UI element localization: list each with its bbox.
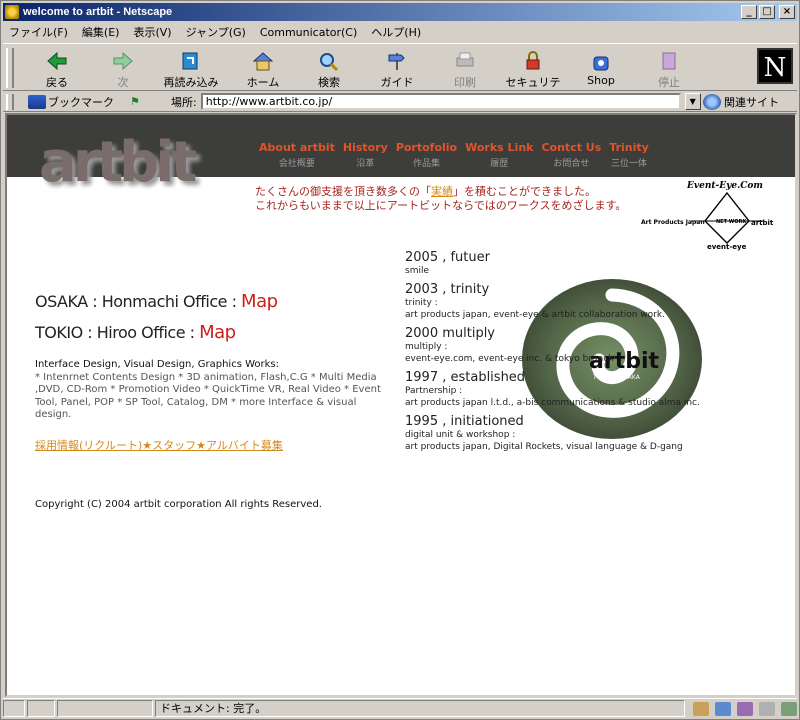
menu-help[interactable]: ヘルプ(H) (371, 24, 421, 40)
status-bar: ドキュメント: 完了。 (3, 698, 797, 718)
locbar-grip[interactable] (6, 93, 14, 110)
achievements-link[interactable]: 実績 (431, 185, 453, 198)
nav-contact[interactable]: Contct Us お問合せ (539, 141, 603, 169)
reload-icon (182, 52, 198, 70)
related-sites-label: 関連サイト (724, 96, 779, 109)
history-item: 2000 multiply multiply : event-eye.com, ev… (405, 326, 614, 364)
office-list: OSAKA : Honmachi Office : Map TOKIO : Hi… (35, 291, 278, 353)
url-input[interactable]: http://www.artbit.co.jp/ (200, 93, 681, 110)
location-bar: ブックマーク ⚑ 場所: http://www.artbit.co.jp/ ▼ … (3, 92, 797, 112)
history-item: 2003 , trinity trinity : art products japa… (405, 282, 665, 320)
security-button[interactable]: セキュリティ (503, 48, 563, 105)
office-tokio: TOKIO : Hiroo Office : Map (35, 322, 236, 343)
addressbook-icon[interactable] (759, 701, 775, 716)
page-content: artbit About artbit 会社概要 History 沿革 Portof… (5, 113, 797, 697)
bookmarks-button[interactable]: ブックマーク ⚑ (28, 94, 140, 110)
nav-history[interactable]: History 沿革 (341, 141, 390, 169)
svg-text:NET WORK: NET WORK (716, 219, 747, 225)
menu-go[interactable]: ジャンプ(G) (186, 24, 246, 40)
partner-network-logo[interactable]: NET WORK Event-Eye.Com Art Products Japa… (637, 181, 777, 251)
tokio-map-link[interactable]: Map (199, 322, 236, 343)
history-item: 1997 , established Partnership : art produ… (405, 370, 700, 408)
menu-file[interactable]: ファイル(F) (9, 24, 68, 40)
home-icon (252, 52, 274, 71)
welcome-message: たくさんの御支援を頂き数多くの「実績」を積むことができました。 これからもいまま… (255, 185, 627, 212)
back-arrow-icon (47, 51, 67, 71)
forward-button[interactable]: 次 (93, 48, 153, 90)
nav-portfolio[interactable]: Portofolio 作品集 (394, 141, 459, 169)
minimize-button[interactable]: _ (741, 5, 757, 19)
connection-icon (27, 700, 55, 717)
navigation-toolbar: 戻る 次 再読み込み ホーム 検索 ガイド 印刷 セキュリティ (3, 43, 797, 105)
printer-icon (456, 52, 474, 67)
composer-icon[interactable] (781, 701, 797, 716)
works-description: Interface Design, Visual Design, Graphic… (35, 359, 381, 421)
menu-communicator[interactable]: Communicator(C) (260, 26, 357, 39)
home-button[interactable]: ホーム (233, 48, 293, 90)
site-nav: About artbit 会社概要 History 沿革 Portofolio 作品集… (257, 141, 651, 169)
copyright-text: Copyright (C) 2004 artbit corporation Al… (35, 499, 322, 510)
network-diamond-graphic: NET WORK (691, 191, 763, 244)
maximize-button[interactable]: □ (759, 5, 775, 19)
osaka-map-link[interactable]: Map (241, 291, 278, 312)
menu-view[interactable]: 表示(V) (133, 24, 171, 40)
bookmark-icon (28, 94, 46, 109)
shop-bag-icon (593, 56, 609, 71)
stop-icon (662, 52, 676, 70)
shop-button[interactable]: Shop (571, 48, 631, 90)
title-bar: welcome to artbit - Netscape _ □ × (3, 3, 797, 21)
print-button[interactable]: 印刷 (435, 48, 495, 90)
nav-trinity[interactable]: Trinity 三位一体 (607, 141, 651, 169)
office-osaka: OSAKA : Honmachi Office : Map (35, 291, 278, 312)
recruit-link[interactable]: 採用情報(リクルート)★スタッフ★アルバイト募集 (35, 437, 283, 453)
menu-bar: ファイル(F) 編集(E) 表示(V) ジャンプ(G) Communicator… (3, 22, 797, 42)
guide-signpost-icon (388, 53, 405, 70)
close-button[interactable]: × (779, 5, 795, 19)
window-title: welcome to artbit - Netscape (23, 6, 173, 18)
stop-button[interactable]: 停止 (639, 48, 699, 90)
search-icon (320, 53, 339, 72)
toolbar-grip[interactable] (6, 48, 14, 88)
browser-window: welcome to artbit - Netscape _ □ × ファイル(… (0, 0, 800, 720)
nav-about[interactable]: About artbit 会社概要 (257, 141, 337, 169)
site-header-banner: artbit About artbit 会社概要 History 沿革 Portof… (7, 115, 795, 195)
netscape-app-icon (5, 5, 19, 19)
guide-button[interactable]: ガイド (367, 48, 427, 90)
bookmarks-label: ブックマーク (48, 95, 114, 109)
reload-button[interactable]: 再読み込み (161, 48, 221, 90)
page-proxy-icon[interactable]: ⚑ (130, 95, 140, 108)
related-sites-button[interactable]: 関連サイト (703, 94, 779, 110)
search-button[interactable]: 検索 (299, 48, 359, 90)
netscape-n-logo[interactable]: N (757, 48, 793, 84)
menu-edit[interactable]: 編集(E) (82, 24, 120, 40)
location-label: 場所: (171, 95, 197, 109)
navigator-icon[interactable] (693, 701, 709, 716)
nav-works-link[interactable]: Works Link 履歴 (463, 141, 535, 169)
status-text: ドキュメント: 完了。 (155, 700, 685, 717)
history-item: 1995 , initiationed digital unit & worksh… (405, 414, 683, 452)
history-list: 2005 , futuer smile 2003 , trinity trinity… (405, 250, 765, 458)
padlock-icon (526, 51, 540, 70)
progress-bar (57, 700, 153, 717)
artbit-logo[interactable]: artbit (39, 131, 197, 195)
url-dropdown-button[interactable]: ▼ (684, 93, 701, 110)
back-button[interactable]: 戻る (27, 48, 87, 90)
related-sites-icon (703, 94, 721, 110)
forward-arrow-icon (113, 51, 133, 71)
security-status-icon[interactable] (3, 700, 25, 717)
newsgroup-icon[interactable] (737, 701, 753, 716)
mail-icon[interactable] (715, 701, 731, 716)
component-bar (693, 701, 797, 716)
history-item: 2005 , futuer smile (405, 250, 490, 276)
